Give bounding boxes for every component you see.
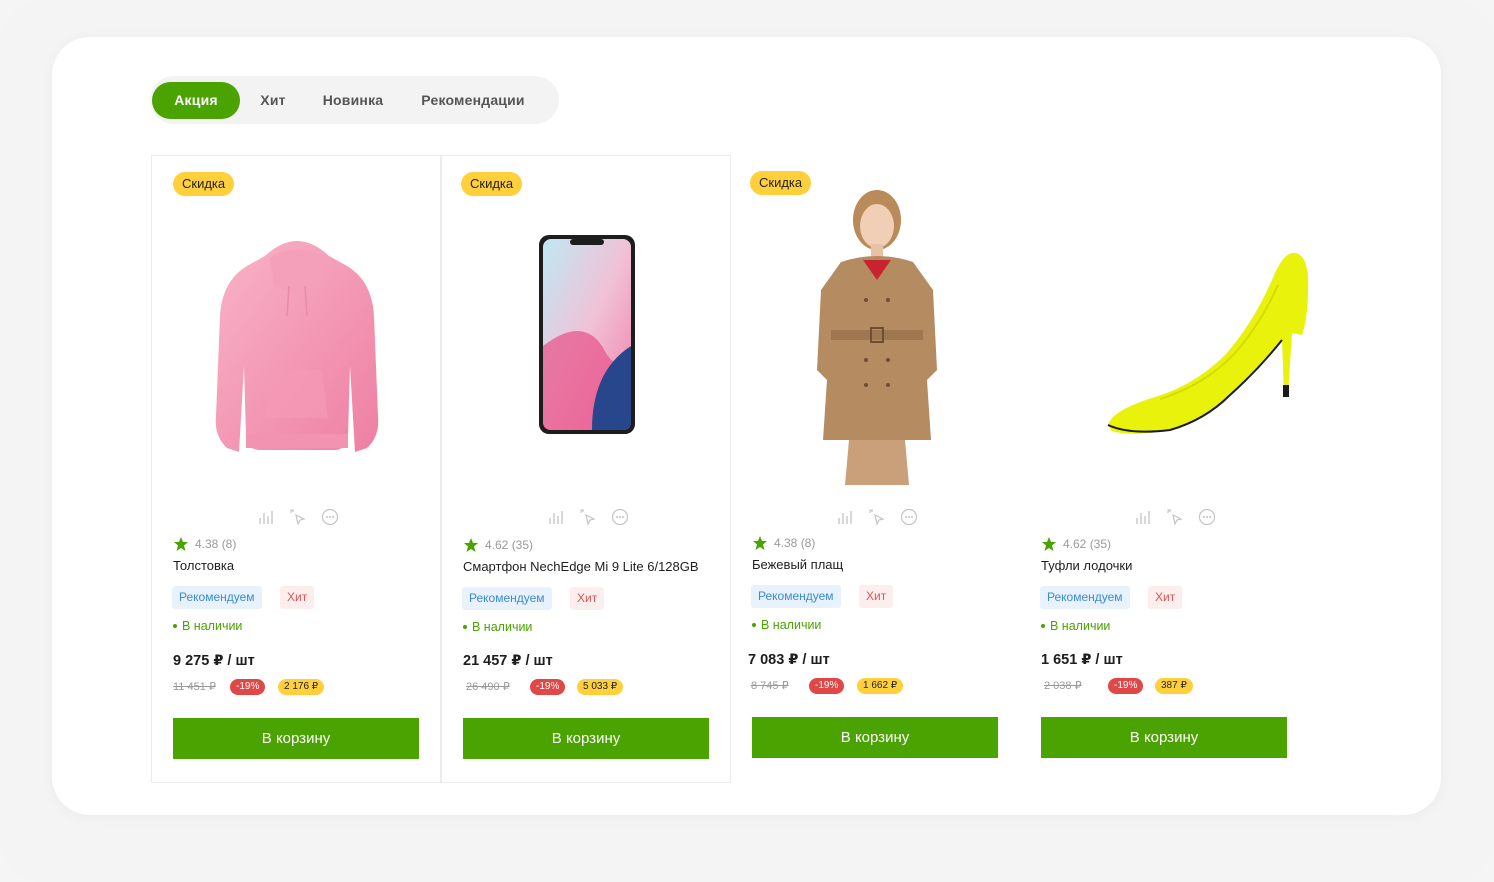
more-options-icon[interactable]	[321, 508, 339, 526]
tag-recommended: Рекомендуем	[462, 587, 552, 610]
add-to-cart-button[interactable]: В корзину	[173, 718, 419, 759]
add-to-cart-button[interactable]: В корзину	[1041, 717, 1287, 758]
discount-badge: -19%	[530, 679, 566, 695]
quick-buy-click-icon[interactable]	[1166, 508, 1184, 526]
stock-dot	[463, 625, 467, 629]
product-card: Скидка 4.38 (8) Бежевый плащ Рекомендуем…	[731, 155, 1021, 783]
product-actions	[257, 508, 347, 526]
compare-icon[interactable]	[836, 508, 854, 526]
star-icon	[464, 538, 478, 552]
product-actions	[547, 508, 637, 526]
beige-trench-coat-image[interactable]	[731, 180, 1021, 485]
discount-badge: -19%	[809, 678, 845, 694]
price: 7 083 ₽ / шт	[748, 652, 830, 668]
stock-label: В наличии	[761, 618, 822, 632]
product-name[interactable]: Толстовка	[173, 558, 234, 573]
product-card: Скидка 4.38 (8) Толстовка Рекомендуем Хи…	[151, 155, 441, 783]
rating-value: 4.38 (8)	[195, 537, 237, 551]
old-price: 8 745 ₽	[751, 680, 789, 692]
product-name[interactable]: Смартфон NechEdge Mi 9 Lite 6/128GB	[463, 559, 699, 574]
tag-hit: Хит	[280, 586, 315, 609]
saving-badge: 387 ₽	[1155, 678, 1193, 694]
product-name[interactable]: Бежевый плащ	[752, 557, 843, 572]
stock-label: В наличии	[472, 620, 533, 634]
quick-buy-click-icon[interactable]	[579, 508, 597, 526]
tag-recommended: Рекомендуем	[172, 586, 262, 609]
quick-buy-click-icon[interactable]	[289, 508, 307, 526]
stock-status: В наличии	[1041, 619, 1110, 633]
yellow-high-heel-shoe-image[interactable]	[1020, 185, 1310, 490]
old-price: 26 490 ₽	[466, 681, 510, 693]
more-options-icon[interactable]	[1198, 508, 1216, 526]
saving-badge: 1 662 ₽	[857, 678, 904, 694]
compare-icon[interactable]	[547, 508, 565, 526]
stock-label: В наличии	[182, 619, 243, 633]
compare-icon[interactable]	[1134, 508, 1152, 526]
tab-sale[interactable]: Акция	[152, 82, 240, 119]
rating-value: 4.62 (35)	[485, 538, 534, 552]
tab-hit[interactable]: Хит	[248, 82, 298, 119]
pink-hoodie-image[interactable]	[152, 186, 442, 491]
stock-dot	[173, 624, 177, 628]
filter-tabs: Акция Хит Новинка Рекомендации	[150, 76, 559, 124]
quick-buy-click-icon[interactable]	[868, 508, 886, 526]
stock-status: В наличии	[173, 619, 242, 633]
rating-value: 4.62 (35)	[1063, 537, 1112, 551]
star-icon	[753, 536, 767, 550]
old-price: 2 038 ₽	[1044, 680, 1082, 692]
product-card: 4.62 (35) Туфли лодочки Рекомендуем Хит …	[1020, 155, 1310, 783]
more-options-icon[interactable]	[900, 508, 918, 526]
stock-dot	[752, 623, 756, 627]
tag-hit: Хит	[1148, 586, 1183, 609]
star-icon	[1042, 537, 1056, 551]
tab-recommendations[interactable]: Рекомендации	[413, 82, 533, 119]
discount-badge: -19%	[1108, 678, 1144, 694]
saving-badge: 5 033 ₽	[577, 679, 624, 695]
product-name[interactable]: Туфли лодочки	[1041, 558, 1132, 573]
stock-status: В наличии	[752, 618, 821, 632]
add-to-cart-button[interactable]: В корзину	[752, 717, 998, 758]
tag-hit: Хит	[570, 587, 605, 610]
product-actions	[836, 508, 926, 526]
product-actions	[1125, 508, 1216, 526]
smartphone-image[interactable]	[442, 186, 732, 491]
tab-new[interactable]: Новинка	[313, 82, 393, 119]
product-card: Скидка 4.62 (35) Смартфон NechEdge Mi 9 …	[441, 155, 731, 783]
price: 21 457 ₽ / шт	[463, 653, 553, 669]
stock-dot	[1041, 624, 1045, 628]
tag-recommended: Рекомендуем	[1040, 586, 1130, 609]
old-price: 11 451 ₽	[173, 681, 216, 693]
add-to-cart-button[interactable]: В корзину	[463, 718, 709, 759]
stock-label: В наличии	[1050, 619, 1111, 633]
saving-badge: 2 176 ₽	[278, 679, 325, 695]
stock-status: В наличии	[463, 620, 532, 634]
compare-icon[interactable]	[257, 508, 275, 526]
tag-hit: Хит	[859, 585, 894, 608]
sale-badge: Скидка	[750, 171, 812, 195]
rating-value: 4.38 (8)	[774, 536, 816, 550]
price: 9 275 ₽ / шт	[173, 653, 255, 669]
star-icon	[174, 537, 188, 551]
more-options-icon[interactable]	[611, 508, 629, 526]
price: 1 651 ₽ / шт	[1041, 652, 1123, 668]
discount-badge: -19%	[230, 679, 266, 695]
tag-recommended: Рекомендуем	[751, 585, 841, 608]
